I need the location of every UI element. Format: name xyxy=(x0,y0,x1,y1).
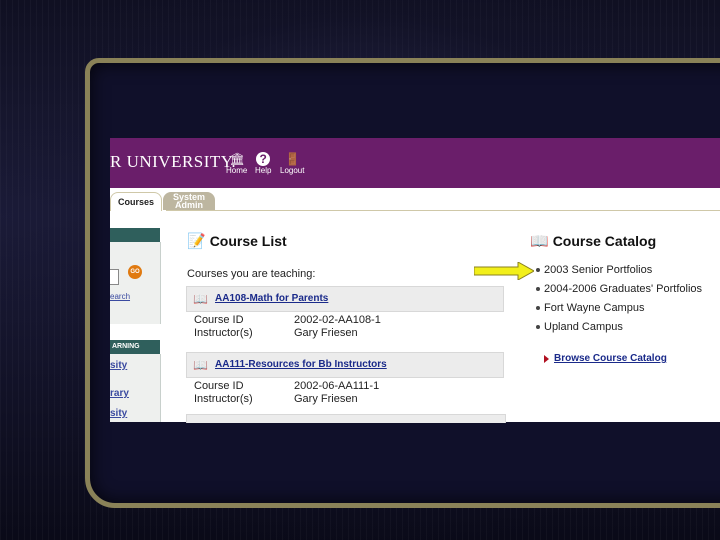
sidebar-section-header: ARNING xyxy=(110,340,160,354)
sidebar-link-1[interactable]: sity xyxy=(110,360,127,371)
catalog-item-2-label: 2004-2006 Graduates' Portfolios xyxy=(544,283,703,295)
course-id-label-1: Course ID xyxy=(194,314,244,326)
catalog-item-4[interactable]: Upland Campus xyxy=(536,321,623,333)
catalog-item-3[interactable]: Fort Wayne Campus xyxy=(536,302,644,314)
home-icon: 🏛 xyxy=(229,152,245,166)
courses-teaching-subtitle: Courses you are teaching: xyxy=(187,268,316,280)
course-link-2[interactable]: AA111-Resources for Bb Instructors xyxy=(215,359,387,370)
course-catalog-heading: 📖 Course Catalog xyxy=(530,232,656,250)
course-list-title: Course List xyxy=(209,233,287,249)
course-row-3-partial xyxy=(186,414,506,423)
university-banner: R UNIVERSITY. 🏛 Home ? Help 🚪 Logout xyxy=(110,138,720,188)
book-icon: 📖 xyxy=(193,358,208,372)
logout-label: Logout xyxy=(280,166,305,175)
open-book-icon: 📖 xyxy=(530,233,549,250)
search-go-button[interactable]: GO xyxy=(128,265,142,279)
catalog-item-4-label: Upland Campus xyxy=(544,321,623,333)
help-nav-button[interactable]: ? Help xyxy=(255,152,271,175)
instructor-label-2: Instructor(s) xyxy=(194,393,253,405)
catalog-item-2[interactable]: 2004-2006 Graduates' Portfolios xyxy=(536,283,702,295)
tab-system-admin[interactable]: System Admin xyxy=(163,192,215,210)
course-id-label-2: Course ID xyxy=(194,380,244,392)
sidebar-link-3[interactable]: sity xyxy=(110,408,127,419)
course-catalog-title: Course Catalog xyxy=(552,233,657,249)
catalog-item-1-label: 2003 Senior Portfolios xyxy=(544,264,653,276)
course-id-value-1: 2002-02-AA108-1 xyxy=(294,314,381,326)
advanced-search-link[interactable]: earch xyxy=(110,292,130,301)
pencil-notebook-icon: 📝 xyxy=(187,233,206,250)
tab-system-admin-label: System Admin xyxy=(173,193,205,210)
book-icon: 📖 xyxy=(193,292,208,306)
instructor-value-1: Gary Friesen xyxy=(294,327,358,339)
tab-bar: Courses System Admin xyxy=(110,188,720,211)
tab-divider xyxy=(166,210,720,211)
bullet-icon xyxy=(536,287,540,291)
instructor-label-1: Instructor(s) xyxy=(194,327,253,339)
bullet-icon xyxy=(536,306,540,310)
course-row-2: 📖 AA111-Resources for Bb Instructors xyxy=(186,352,504,378)
catalog-item-3-label: Fort Wayne Campus xyxy=(544,302,645,314)
pointer-arrow xyxy=(474,262,534,280)
search-input[interactable] xyxy=(110,269,119,285)
course-id-value-2: 2002-06-AA111-1 xyxy=(294,380,380,392)
home-label: Home xyxy=(226,166,248,175)
catalog-item-1[interactable]: 2003 Senior Portfolios xyxy=(536,264,652,276)
logout-icon: 🚪 xyxy=(285,152,301,166)
course-row-1: 📖 AA108-Math for Parents xyxy=(186,286,504,312)
university-brand: R UNIVERSITY. xyxy=(110,152,237,171)
tab-courses-label: Courses xyxy=(117,197,154,207)
browse-course-catalog-link[interactable]: Browse Course Catalog xyxy=(554,353,667,364)
course-list-heading: 📝 Course List xyxy=(187,232,287,250)
home-nav-button[interactable]: 🏛 Home xyxy=(226,152,247,175)
course-link-1[interactable]: AA108-Math for Parents xyxy=(215,293,328,304)
sidebar-search-header xyxy=(110,228,160,242)
sidebar-link-2[interactable]: rary xyxy=(110,388,129,399)
bullet-icon xyxy=(536,268,540,272)
help-icon: ? xyxy=(256,152,271,166)
logout-nav-button[interactable]: 🚪 Logout xyxy=(280,152,304,175)
tab-courses[interactable]: Courses xyxy=(110,192,162,211)
help-label: Help xyxy=(255,166,272,175)
tab-system-admin-line2: Admin xyxy=(175,200,203,210)
triangle-arrow-icon xyxy=(544,355,549,363)
bullet-icon xyxy=(536,325,540,329)
instructor-value-2: Gary Friesen xyxy=(294,393,358,405)
